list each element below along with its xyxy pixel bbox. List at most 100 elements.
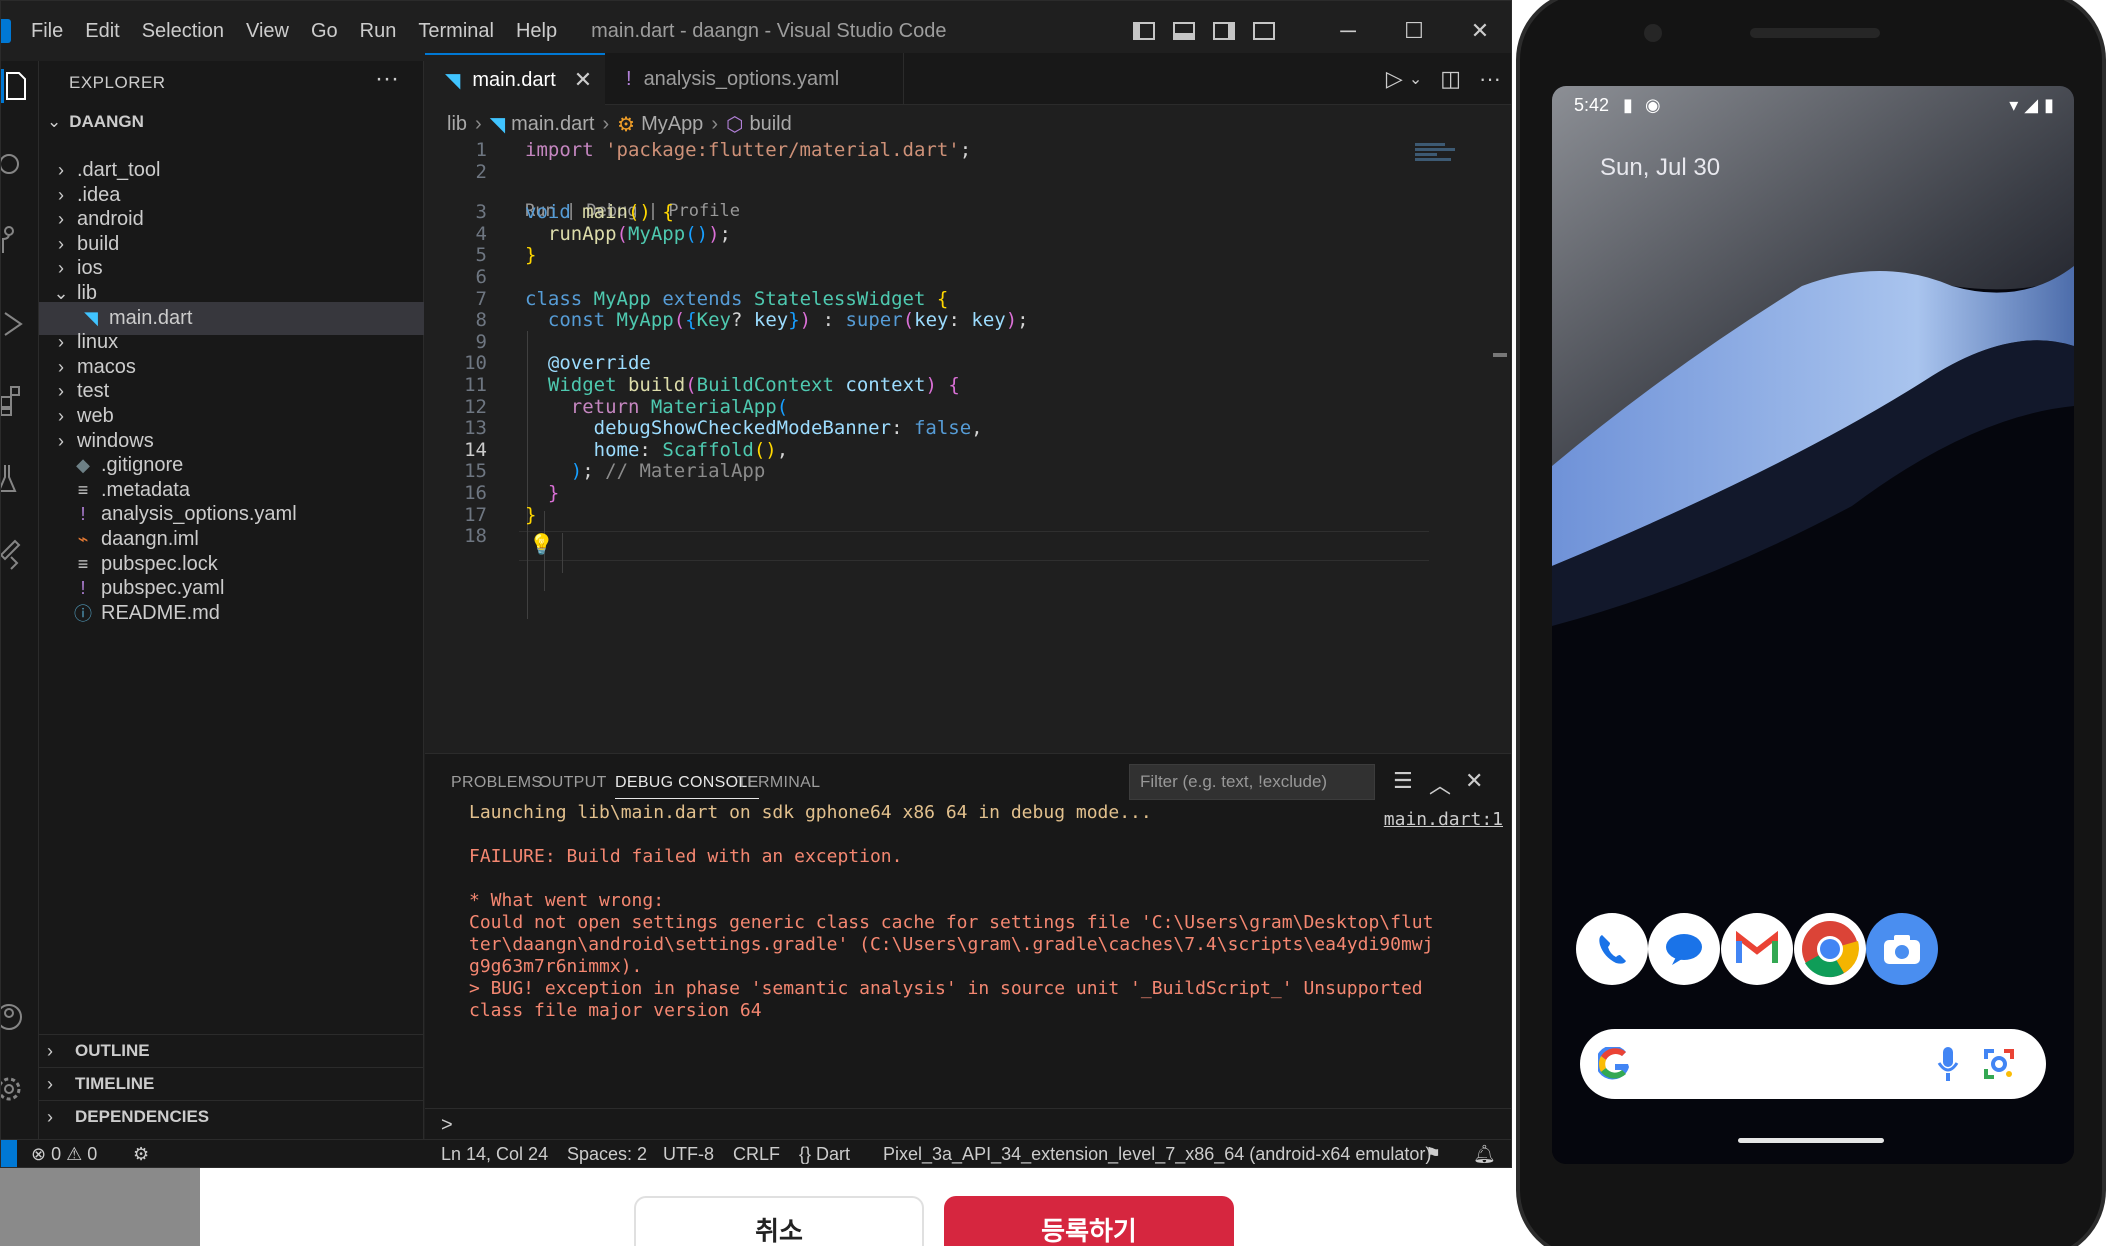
timeline-section[interactable]: › TIMELINE bbox=[39, 1067, 424, 1100]
menu-terminal[interactable]: Terminal bbox=[418, 20, 494, 43]
maximize-panel-icon[interactable]: ︿ bbox=[1429, 768, 1451, 800]
menu-edit[interactable]: Edit bbox=[85, 20, 119, 43]
split-editor-icon[interactable]: ◫ bbox=[1440, 66, 1461, 92]
close-panel-icon[interactable]: ✕ bbox=[1465, 768, 1483, 794]
source-link[interactable]: main.dart:1 bbox=[1384, 809, 1503, 830]
clear-console-icon[interactable]: ☰ bbox=[1393, 768, 1413, 794]
submit-button[interactable]: 등록하기 bbox=[944, 1196, 1234, 1246]
line-endings[interactable]: CRLF bbox=[733, 1144, 780, 1165]
explorer-icon[interactable] bbox=[1, 69, 31, 103]
toggle-secondary-sidebar-icon[interactable] bbox=[1213, 22, 1235, 40]
chevron-right-icon: › bbox=[47, 1040, 53, 1061]
chevron-right-icon: › bbox=[602, 112, 610, 135]
minimize-button[interactable]: ─ bbox=[1315, 18, 1381, 44]
chevron-right-icon: › bbox=[47, 1106, 53, 1127]
menu-view[interactable]: View bbox=[246, 20, 289, 43]
menu-selection[interactable]: Selection bbox=[142, 20, 224, 43]
lightbulb-icon[interactable]: 💡 bbox=[529, 532, 554, 556]
menu-run[interactable]: Run bbox=[360, 20, 397, 43]
filter-input[interactable]: Filter (e.g. text, !exclude) bbox=[1129, 764, 1375, 800]
debug-status-icon[interactable]: ⚙ bbox=[133, 1144, 149, 1165]
minimap[interactable] bbox=[1415, 143, 1463, 183]
encoding[interactable]: UTF-8 bbox=[663, 1144, 714, 1165]
code-line[interactable]: 2 bbox=[425, 158, 1511, 187]
window-title: main.dart - daangn - Visual Studio Code bbox=[591, 19, 947, 42]
menu-help[interactable]: Help bbox=[516, 20, 557, 43]
cursor-position[interactable]: Ln 14, Col 24 bbox=[441, 1144, 548, 1165]
maximize-button[interactable]: ☐ bbox=[1381, 18, 1447, 44]
warning-count: 0 bbox=[87, 1144, 98, 1164]
customize-layout-icon[interactable] bbox=[1253, 22, 1275, 40]
search-icon[interactable] bbox=[1, 149, 31, 183]
bell-icon[interactable]: 🔔︎ bbox=[1473, 1144, 1496, 1165]
outline-section[interactable]: › OUTLINE bbox=[39, 1034, 424, 1067]
chevron-right-icon: › bbox=[475, 112, 482, 135]
errors-status[interactable]: ⊗ 0 ⚠ 0 bbox=[31, 1144, 97, 1165]
warning-icon: ⚠ bbox=[66, 1144, 83, 1164]
tab-problems[interactable]: PROBLEMS bbox=[451, 774, 542, 792]
project-folder[interactable]: ⌄ DAANGN bbox=[47, 112, 144, 132]
phone-date[interactable]: Sun, Jul 30 bbox=[1600, 154, 1720, 182]
explorer-title: EXPLORER bbox=[69, 73, 166, 92]
language-mode[interactable]: {} Dart bbox=[799, 1144, 850, 1165]
console-prompt[interactable]: > bbox=[441, 1114, 453, 1137]
gear-icon[interactable] bbox=[1, 1073, 31, 1107]
messages-app-icon[interactable] bbox=[1648, 913, 1720, 985]
breadcrumb-lib[interactable]: lib bbox=[447, 113, 467, 136]
cancel-button[interactable]: 취소 bbox=[634, 1196, 924, 1246]
flutter-icon[interactable] bbox=[1, 537, 31, 571]
tab-analysis-options[interactable]: ! analysis_options.yaml bbox=[606, 53, 904, 105]
menu-go[interactable]: Go bbox=[311, 20, 338, 43]
tab-output[interactable]: OUTPUT bbox=[539, 774, 607, 792]
more-actions-icon[interactable]: ··· bbox=[375, 65, 399, 93]
google-search-bar[interactable] bbox=[1580, 1029, 2046, 1099]
wallpaper bbox=[1552, 86, 2074, 1164]
indentation[interactable]: Spaces: 2 bbox=[567, 1144, 647, 1165]
remote-indicator[interactable] bbox=[1, 1140, 17, 1167]
error-count: 0 bbox=[51, 1144, 62, 1164]
breadcrumb-method[interactable]: build bbox=[749, 113, 791, 136]
close-button[interactable]: ✕ bbox=[1447, 18, 1511, 44]
sd-card-icon: ▮ bbox=[1623, 94, 1633, 115]
tab-label: main.dart bbox=[472, 68, 556, 91]
code-line[interactable]: 18 bbox=[425, 522, 1511, 551]
toggle-sidebar-icon[interactable] bbox=[1133, 22, 1155, 40]
more-actions-icon[interactable]: ··· bbox=[1479, 66, 1501, 92]
tree-item[interactable]: ⓘ README.md bbox=[39, 597, 424, 630]
source-control-icon[interactable] bbox=[1, 223, 31, 257]
feedback-icon[interactable]: ⚑ bbox=[1425, 1144, 1441, 1165]
toggle-panel-icon[interactable] bbox=[1173, 22, 1195, 40]
run-debug-icon[interactable] bbox=[1, 307, 31, 341]
menu-file[interactable]: File bbox=[31, 20, 63, 43]
gmail-app-icon[interactable] bbox=[1721, 913, 1793, 985]
extensions-icon[interactable] bbox=[1, 383, 31, 417]
phone-app-icon[interactable] bbox=[1576, 913, 1648, 985]
vscode-window: File Edit Selection View Go Run Terminal… bbox=[0, 0, 1512, 1168]
close-tab-icon[interactable]: ✕ bbox=[574, 67, 592, 93]
testing-icon[interactable] bbox=[1, 461, 31, 495]
gesture-bar[interactable] bbox=[1738, 1138, 1884, 1143]
code-editor[interactable]: Run | Debug | Profile 1 import 'package:f… bbox=[425, 139, 1511, 751]
device-selector[interactable]: Pixel_3a_API_34_extension_level_7_x86_64… bbox=[883, 1144, 1431, 1165]
phone-time: 5:42 bbox=[1574, 94, 1610, 115]
phone-screen[interactable]: 5:42 ▮ ◉ ▾ ◢ ▮ Sun, Jul 30 bbox=[1552, 86, 2074, 1164]
scrollbar[interactable] bbox=[1493, 353, 1507, 357]
breadcrumb-file[interactable]: main.dart bbox=[511, 113, 594, 136]
sidebar: EXPLORER ··· ⌄ DAANGN › .dart_tool › .idea › a… bbox=[39, 61, 424, 1139]
project-name: DAANGN bbox=[69, 112, 144, 131]
microphone-icon[interactable] bbox=[1936, 1045, 1960, 1083]
android-emulator: 5:42 ▮ ◉ ▾ ◢ ▮ Sun, Jul 30 bbox=[1512, 0, 2106, 1246]
camera-app-icon[interactable] bbox=[1866, 913, 1938, 985]
run-icon[interactable]: ▷ bbox=[1386, 66, 1403, 92]
chevron-down-icon[interactable]: ⌄ bbox=[1409, 69, 1422, 89]
bottom-panel: PROBLEMS OUTPUT DEBUG CONSOLE TERMINAL F… bbox=[425, 753, 1511, 1139]
dependencies-section[interactable]: › DEPENDENCIES bbox=[39, 1100, 424, 1133]
lens-icon[interactable] bbox=[1982, 1047, 2016, 1081]
account-icon[interactable] bbox=[1, 1001, 31, 1035]
class-icon: ⚙ bbox=[617, 113, 636, 136]
background-panel bbox=[0, 1168, 200, 1246]
tab-main-dart[interactable]: ◥ main.dart ✕ bbox=[425, 53, 605, 105]
breadcrumb-class[interactable]: MyApp bbox=[641, 113, 703, 136]
tab-terminal[interactable]: TERMINAL bbox=[737, 774, 820, 792]
chrome-app-icon[interactable] bbox=[1794, 913, 1866, 985]
